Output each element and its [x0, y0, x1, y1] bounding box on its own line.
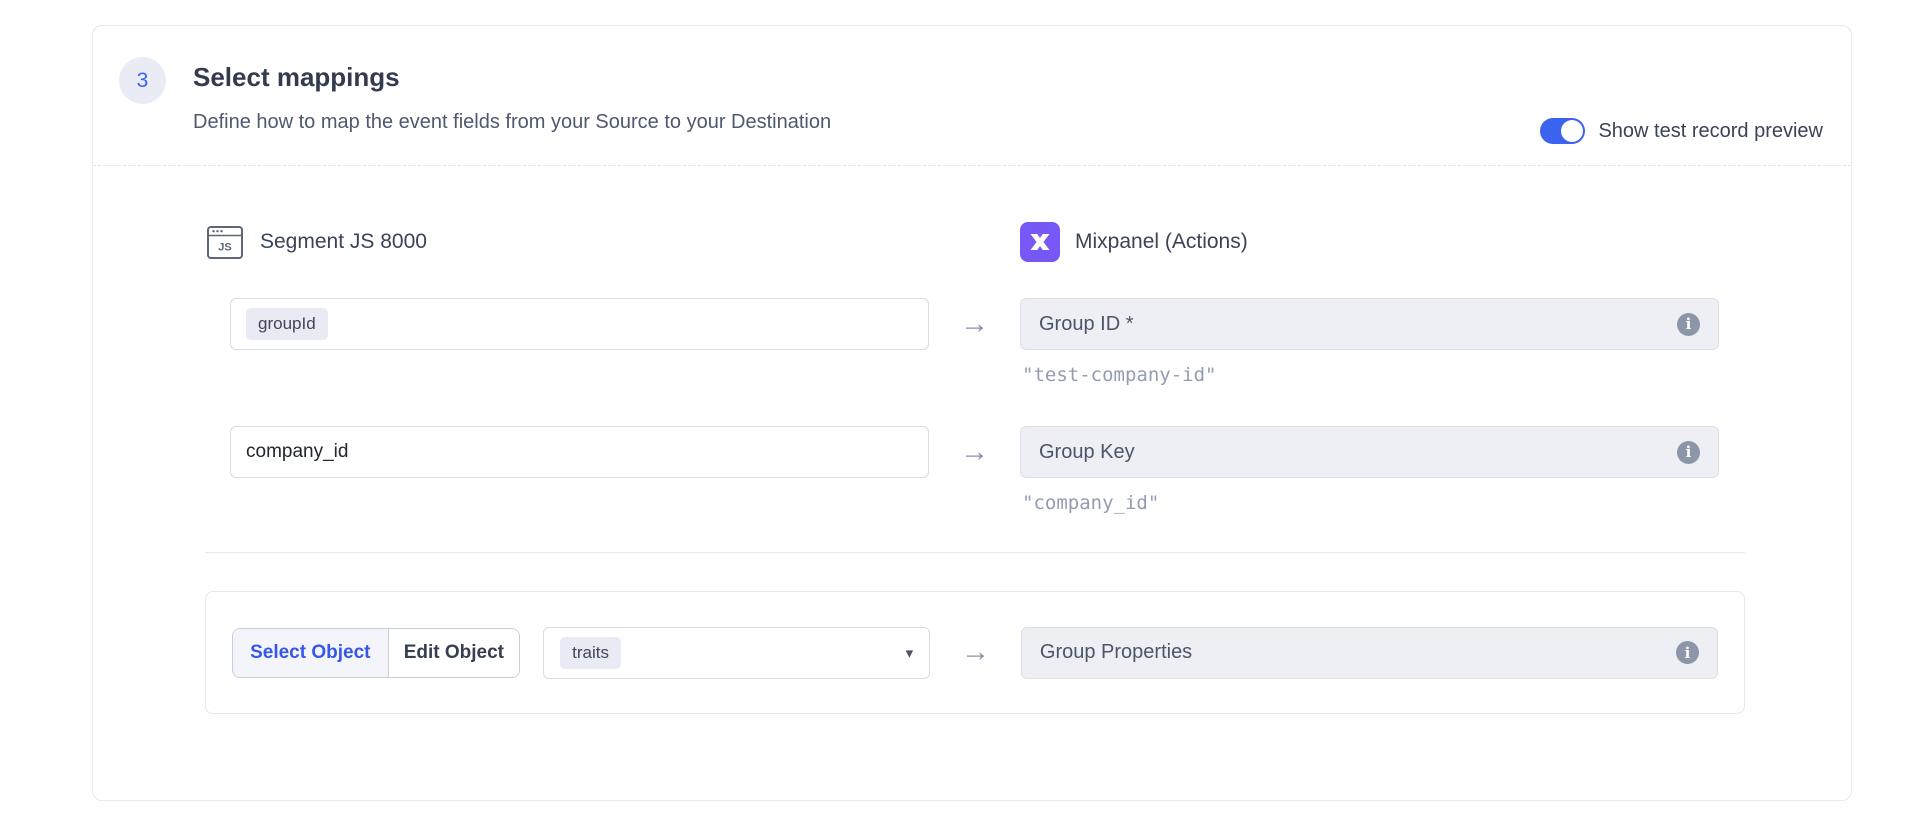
object-mapping-card: Select Object Edit Object traits ▾ → Gro… [205, 591, 1745, 714]
card-header: 3 Select mappings Define how to map the … [93, 26, 1851, 166]
toggle-knob [1561, 120, 1583, 142]
arrow-right-icon: → [930, 627, 1021, 679]
info-icon[interactable]: i [1677, 313, 1700, 336]
destination-field-group-key[interactable]: Group Key i [1020, 426, 1719, 478]
column-headers: JS Segment JS 8000 Mixpanel (Actions) [205, 222, 1745, 262]
source-header: JS Segment JS 8000 [205, 222, 1020, 262]
object-select-dropdown[interactable]: traits ▾ [543, 627, 930, 679]
arrow-right-icon: → [929, 298, 1020, 350]
mapping-rows: groupId → Group ID * i "test-company-id"… [230, 298, 1745, 514]
destination-field-label: Group Properties [1040, 641, 1192, 664]
page: 3 Select mappings Define how to map the … [0, 0, 1906, 836]
destination-field-group-id[interactable]: Group ID * i [1020, 298, 1719, 350]
source-field-input[interactable]: company_id [230, 426, 929, 478]
test-record-preview-value: "test-company-id" [1020, 364, 1719, 386]
test-preview-toggle-row: Show test record preview [1540, 118, 1823, 144]
destination-col: Group ID * i "test-company-id" [1020, 298, 1719, 386]
mapping-row-group-id: groupId → Group ID * i "test-company-id" [230, 298, 1745, 386]
info-icon[interactable]: i [1676, 641, 1699, 664]
mapping-row-group-key: company_id → Group Key i "company_id" [230, 426, 1745, 514]
info-icon[interactable]: i [1677, 441, 1700, 464]
destination-header: Mixpanel (Actions) [1020, 222, 1248, 262]
arrow-right-icon: → [929, 426, 1020, 478]
test-record-preview-value: "company_id" [1020, 492, 1719, 514]
show-test-record-preview-toggle[interactable] [1540, 118, 1585, 144]
object-mode-button-group: Select Object Edit Object [232, 628, 520, 678]
select-mappings-card: 3 Select mappings Define how to map the … [92, 25, 1852, 801]
destination-name: Mixpanel (Actions) [1075, 230, 1248, 254]
destination-col: Group Key i "company_id" [1020, 426, 1719, 514]
browser-js-icon: JS [205, 222, 245, 262]
destination-field-label: Group Key [1039, 441, 1135, 464]
select-object-button[interactable]: Select Object [233, 629, 388, 677]
selected-object-chip[interactable]: traits [560, 637, 621, 669]
destination-field-label: Group ID * [1039, 313, 1133, 336]
svg-text:JS: JS [218, 242, 231, 254]
chevron-down-icon: ▾ [906, 644, 914, 662]
source-name: Segment JS 8000 [260, 230, 427, 254]
page-title: Select mappings [193, 62, 400, 93]
toggle-label: Show test record preview [1598, 120, 1823, 143]
edit-object-button[interactable]: Edit Object [388, 629, 520, 677]
source-field-value: company_id [246, 441, 348, 463]
source-token-chip[interactable]: groupId [246, 308, 328, 340]
page-subtitle: Define how to map the event fields from … [193, 111, 831, 134]
mixpanel-icon [1020, 222, 1060, 262]
step-number-badge: 3 [119, 57, 166, 104]
mappings-content: JS Segment JS 8000 Mixpanel (Actions) [205, 166, 1745, 714]
section-divider [205, 552, 1745, 553]
destination-field-group-properties[interactable]: Group Properties i [1021, 627, 1718, 679]
source-field-input[interactable]: groupId [230, 298, 929, 350]
